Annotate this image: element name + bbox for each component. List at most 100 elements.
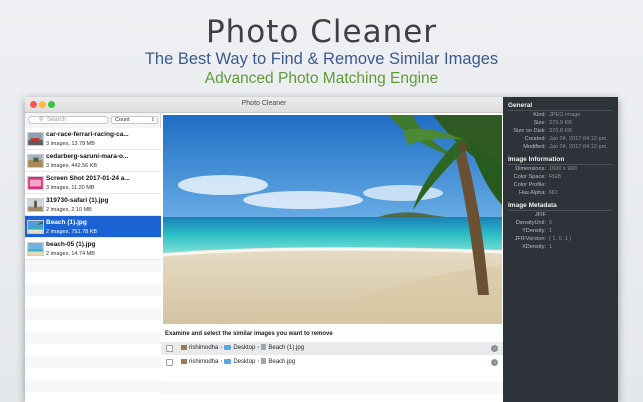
chevron-right-icon: › (257, 345, 260, 351)
path-folder: Desktop (233, 345, 256, 351)
path-file: Beach (1).jpg (268, 345, 305, 351)
list-item[interactable]: cedarberg-saruni-mara-o... 3 images, 442… (25, 150, 161, 172)
reveal-in-finder-icon[interactable]: → (491, 345, 498, 352)
info-value: ( 1, 0, 1 ) (549, 236, 572, 242)
path-user: rishimodha (189, 345, 219, 351)
info-row: Has Alpha: NO (503, 190, 618, 197)
info-key: XDensity: (522, 244, 546, 250)
path-user: rishimodha (189, 359, 219, 365)
image-preview (163, 115, 502, 324)
promo-tagline: Advanced Photo Matching Engine (204, 70, 439, 87)
thumbnail-image (27, 220, 44, 234)
chevron-right-icon: › (257, 359, 260, 365)
info-key: Size on Disk: (513, 128, 546, 134)
info-row: Dimensions: 1600 x 900 (503, 166, 618, 173)
info-key: Modified: (523, 144, 546, 150)
item-name: Beach (1).jpg (46, 219, 87, 226)
section-divider (508, 164, 613, 165)
title-bar[interactable]: Photo Cleaner (25, 97, 503, 113)
folder-icon (224, 344, 232, 350)
search-input[interactable]: ⚲ Search (28, 116, 109, 124)
file-row[interactable]: rishimodha › Desktop › Beach.jpg → (161, 356, 503, 369)
info-value: 376.8 KB (549, 128, 573, 134)
reveal-in-finder-icon[interactable]: → (491, 359, 498, 366)
info-key: JFIFVersion: (514, 236, 546, 242)
info-key: Size: (533, 120, 546, 126)
window-title: Photo Cleaner (241, 100, 287, 107)
promo-title: Photo Cleaner (205, 14, 438, 50)
search-icon: ⚲ (39, 117, 44, 123)
info-key: Has Alpha: (518, 190, 546, 196)
info-key: Color Profile: (513, 182, 546, 188)
thumbnail-image (27, 154, 44, 168)
select-checkbox[interactable] (166, 345, 173, 352)
sort-select[interactable]: Count ⇕ (111, 116, 158, 124)
instruction-text: Examine and select the similar images yo… (165, 331, 333, 337)
select-checkbox[interactable] (166, 359, 173, 366)
section-divider (508, 210, 613, 211)
item-meta: 3 images, 442.56 KB (46, 163, 98, 169)
list-item[interactable]: beach-05 (1).jpg 2 images, 14.74 MB (25, 238, 161, 260)
item-meta: 2 images, 14.74 MB (46, 251, 95, 257)
info-row: DensityUnit: 0 (503, 220, 618, 227)
info-row: Size on Disk: 376.8 KB (503, 128, 618, 135)
info-value: Jan 24, 2017 04:12 pm (549, 136, 607, 142)
app-window: Photo Cleaner ⚲ Search Count ⇕ car-race-… (25, 97, 618, 402)
info-key: Kind: (533, 112, 546, 118)
info-row: JFIFVersion:( 1, 0, 1 ) (503, 236, 618, 243)
file-path: rishimodha › Desktop › Beach (1).jpg (181, 344, 304, 352)
info-key: Created: (524, 136, 546, 142)
thumbnail-image (27, 132, 44, 146)
info-row: Created: Jan 24, 2017 04:12 pm (503, 136, 618, 143)
sidebar: ⚲ Search Count ⇕ car-race-ferrari-racing… (25, 113, 161, 402)
info-key: Dimensions: (515, 166, 546, 172)
sort-value: Count (115, 117, 130, 123)
info-row: Modified: Jan 24, 2017 04:12 pm (503, 144, 618, 151)
chevron-right-icon: › (220, 345, 223, 351)
empty-list-area (25, 260, 161, 402)
info-value: NO (549, 190, 558, 196)
list-item[interactable]: Screen Shot 2017-01-24 a... 3 images, 11… (25, 172, 161, 194)
item-name: Screen Shot 2017-01-24 a... (46, 175, 130, 182)
section-heading-image-metadata: Image Metadata (508, 202, 557, 209)
group-list: car-race-ferrari-racing-ca... 3 images, … (25, 128, 161, 260)
info-value: Jan 24, 2017 04:12 pm (549, 144, 607, 150)
home-folder-icon (181, 358, 187, 364)
home-folder-icon (181, 344, 187, 350)
list-item-selected[interactable]: Beach (1).jpg 2 images, 751.78 KB (25, 216, 161, 238)
item-name: beach-05 (1).jpg (46, 241, 96, 248)
info-key: YDensity: (522, 228, 546, 234)
info-value: 0 (549, 220, 553, 226)
thumbnail-image (27, 176, 44, 190)
thumbnail-image (27, 242, 44, 256)
item-name: cedarberg-saruni-mara-o... (46, 153, 129, 160)
list-item[interactable]: car-race-ferrari-racing-ca... 3 images, … (25, 128, 161, 150)
image-file-icon (261, 344, 267, 351)
info-row: Color Space: RGB (503, 174, 618, 181)
item-meta: 2 images, 2.10 MB (46, 207, 92, 213)
info-row: Kind: JPEG image (503, 112, 618, 119)
list-item[interactable]: 319730-safari (1).jpg 2 images, 2.10 MB (25, 194, 161, 216)
info-value: 375.9 KB (549, 120, 573, 126)
empty-rows (161, 370, 503, 402)
sidebar-toolbar: ⚲ Search Count ⇕ (25, 113, 161, 126)
file-path: rishimodha › Desktop › Beach.jpg (181, 358, 295, 366)
item-name: 319730-safari (1).jpg (46, 197, 109, 204)
section-divider (508, 110, 613, 111)
section-heading-general: General (508, 102, 533, 109)
info-row: XDensity: 1 (503, 244, 618, 251)
item-meta: 3 images, 13.78 MB (46, 141, 95, 147)
search-placeholder: Search (47, 117, 67, 123)
item-name: car-race-ferrari-racing-ca... (46, 131, 129, 138)
item-meta: 3 images, 11.20 MB (46, 185, 95, 191)
chevron-updown-icon: ⇕ (150, 117, 155, 123)
promo-subtitle: The Best Way to Find & Remove Similar Im… (144, 50, 499, 68)
file-row[interactable]: rishimodha › Desktop › Beach (1).jpg → (161, 342, 503, 355)
info-key: JFIF (534, 212, 546, 218)
thumbnail-image (27, 198, 44, 212)
path-folder: Desktop (233, 359, 256, 365)
chevron-right-icon: › (220, 359, 223, 365)
info-value: 1600 x 900 (549, 166, 577, 172)
info-value: 1 (549, 244, 553, 250)
info-row: Color Profile: (503, 182, 618, 189)
